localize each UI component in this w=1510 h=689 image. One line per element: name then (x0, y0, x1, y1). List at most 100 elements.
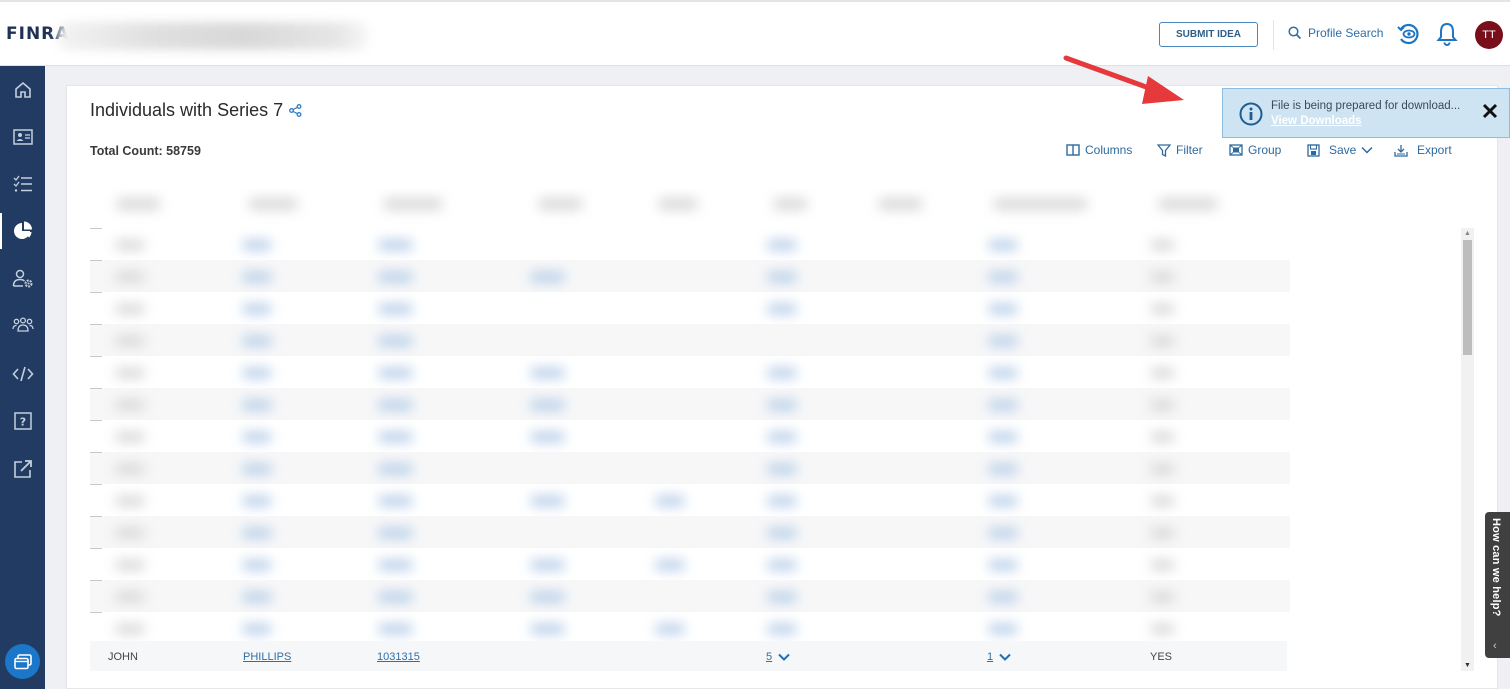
sidebar-item-groups[interactable] (0, 306, 45, 346)
sidebar-item-external[interactable] (0, 449, 45, 489)
recent-views-button[interactable] (1396, 22, 1420, 51)
view-downloads-link[interactable]: View Downloads (1271, 115, 1362, 127)
cell-redacted (1150, 272, 1175, 282)
scroll-up-arrow[interactable]: ▲ (1464, 230, 1471, 237)
sidebar-item-home[interactable] (0, 70, 45, 110)
chevron-down-icon[interactable] (999, 653, 1011, 661)
share-icon[interactable] (289, 104, 302, 117)
cell-redacted (378, 400, 413, 410)
table-row-redacted (90, 324, 1290, 356)
cell-redacted (1150, 528, 1175, 538)
filter-button[interactable]: Filter (1157, 143, 1203, 157)
user-avatar[interactable]: TT (1475, 21, 1503, 49)
notifications-button[interactable] (1435, 21, 1459, 52)
id-card-icon (12, 129, 33, 145)
cell-redacted (767, 400, 797, 410)
cell-redacted (378, 624, 413, 634)
search-icon (1288, 26, 1302, 40)
row-divider (90, 580, 102, 581)
cell-redacted (242, 432, 272, 442)
table-row-redacted (90, 484, 1290, 516)
row-divider (90, 516, 102, 517)
table-row[interactable]: JOHN PHILLIPS 1031315 5 1 YES (90, 641, 1287, 671)
cell-redacted (530, 624, 565, 634)
cell-redacted (988, 304, 1018, 314)
cell-count-b[interactable]: 1 (987, 651, 1011, 663)
cell-last-name-link[interactable]: PHILLIPS (243, 651, 291, 663)
cell-redacted (988, 336, 1018, 346)
columns-button[interactable]: Columns (1066, 143, 1132, 157)
grid-header-redacted (98, 188, 1308, 226)
windows-button[interactable] (5, 644, 40, 679)
row-divider (90, 420, 102, 421)
cell-redacted (115, 304, 145, 314)
row-divider (90, 228, 102, 229)
sidebar-item-developer[interactable] (0, 354, 45, 394)
cell-redacted (530, 560, 565, 570)
sidebar-item-help[interactable]: ? (0, 401, 45, 441)
cell-redacted (115, 464, 145, 474)
cell-redacted (988, 592, 1018, 602)
cell-count-a[interactable]: 5 (766, 651, 790, 663)
cell-crd-link[interactable]: 1031315 (377, 651, 420, 663)
table-row-redacted (90, 388, 1290, 420)
sidebar-item-user-admin[interactable] (0, 259, 45, 299)
table-row-redacted (90, 580, 1290, 612)
download-toast: File is being prepared for download... V… (1222, 88, 1510, 138)
app-title-redacted (58, 22, 368, 50)
chevron-down-icon (1361, 146, 1373, 154)
table-row-redacted (90, 452, 1290, 484)
export-button[interactable]: Export (1394, 143, 1452, 157)
table-row-redacted (90, 260, 1290, 292)
sidebar-item-reports[interactable] (0, 211, 45, 251)
close-icon[interactable] (1481, 102, 1499, 120)
cell-redacted (242, 304, 272, 314)
cell-redacted (378, 592, 413, 602)
page-title: Individuals with Series 7 (90, 100, 302, 121)
cell-redacted (378, 560, 413, 570)
table-row-redacted (90, 516, 1290, 548)
cell-redacted (767, 272, 797, 282)
profile-search-button[interactable]: Profile Search (1288, 26, 1383, 40)
cell-redacted (988, 560, 1018, 570)
filter-icon (1157, 143, 1171, 157)
save-icon (1307, 143, 1320, 157)
cell-redacted (378, 432, 413, 442)
cell-redacted (530, 432, 565, 442)
table-row-redacted (90, 420, 1290, 452)
cell-flag: YES (1150, 651, 1173, 663)
scroll-down-arrow[interactable]: ▼ (1464, 662, 1471, 669)
cell-redacted (378, 496, 413, 506)
cell-redacted (767, 432, 797, 442)
cell-redacted (1150, 592, 1175, 602)
save-button[interactable]: Save (1307, 143, 1373, 157)
header-divider (1273, 20, 1274, 50)
help-widget-label: How can we help? (1490, 518, 1502, 617)
row-divider (90, 356, 102, 357)
sidebar-item-profile[interactable] (0, 117, 45, 157)
row-divider (90, 548, 102, 549)
cell-redacted (988, 272, 1018, 282)
cell-redacted (655, 496, 685, 506)
bell-icon (1436, 22, 1458, 46)
scroll-thumb[interactable] (1463, 240, 1472, 355)
help-widget-tab[interactable]: How can we help? ‹ (1485, 512, 1510, 658)
chevron-left-icon: ‹ (1493, 640, 1497, 652)
row-divider (90, 484, 102, 485)
sidebar-item-tasks[interactable] (0, 164, 45, 204)
export-icon (1394, 144, 1408, 157)
cell-redacted (378, 528, 413, 538)
chevron-down-icon[interactable] (778, 653, 790, 661)
cell-redacted (242, 464, 272, 474)
cell-redacted (655, 624, 685, 634)
grid-scrollbar[interactable]: ▲ ▼ (1461, 228, 1474, 671)
top-bar: FINRA. SUBMIT IDEA Profile Search TT (0, 0, 1510, 66)
cell-redacted (767, 496, 797, 506)
group-button[interactable]: Group (1229, 143, 1281, 157)
results-grid (90, 188, 1312, 672)
cell-redacted (115, 496, 145, 506)
submit-idea-button[interactable]: SUBMIT IDEA (1159, 22, 1258, 47)
home-icon (14, 81, 31, 98)
cell-redacted (988, 496, 1018, 506)
row-divider (90, 388, 102, 389)
